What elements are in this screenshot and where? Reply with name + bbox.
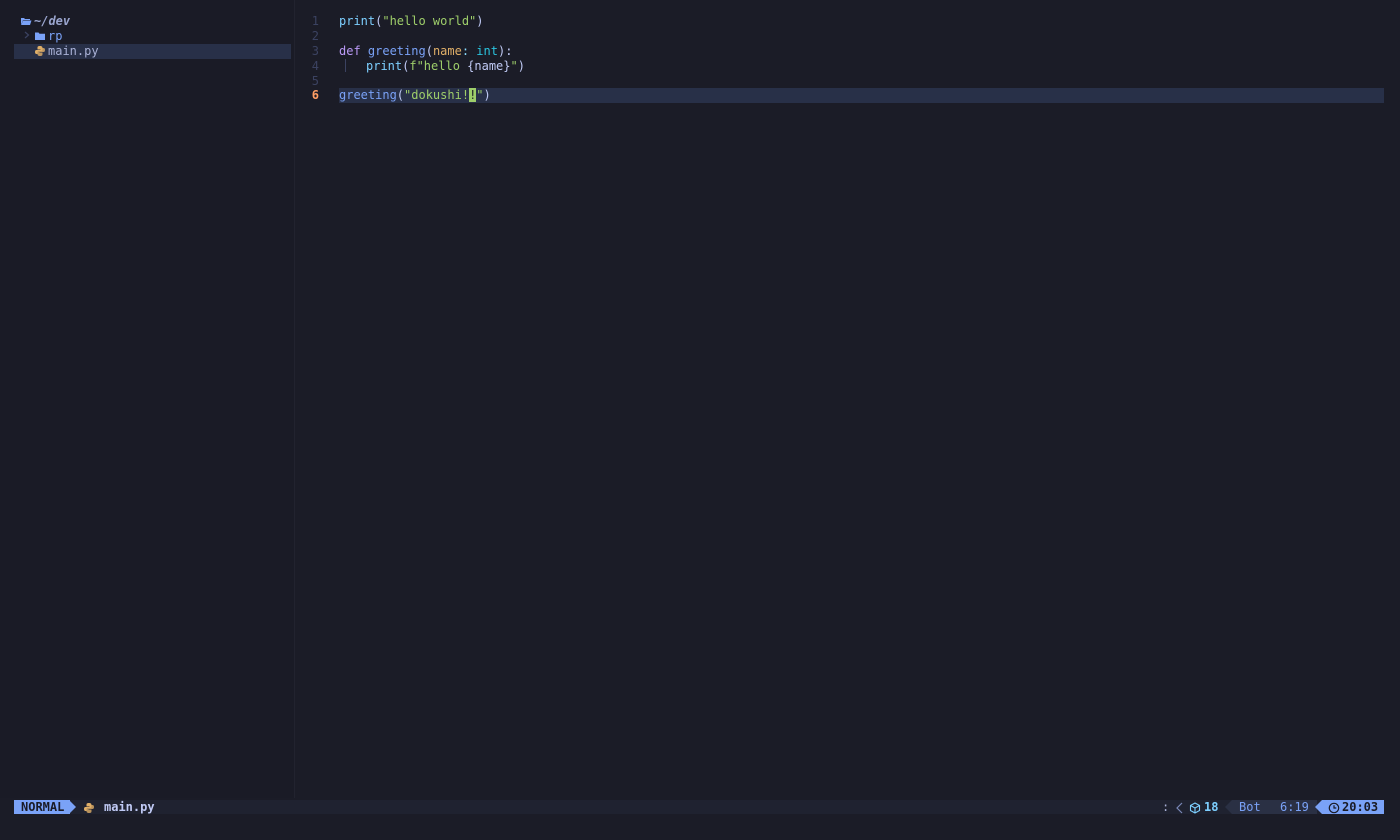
lsp-count: 18 — [1204, 800, 1219, 814]
statusline-separator: : — [1162, 800, 1170, 814]
code-token: {name} — [467, 59, 511, 73]
code-token: f"hello — [409, 59, 468, 73]
line-number: 5 — [311, 74, 319, 88]
code-token: ( — [425, 44, 433, 58]
code-line[interactable]: 4 print(f"hello {name}") — [295, 59, 1385, 74]
line-number: 4 — [311, 59, 319, 73]
tree-root-label: ~/dev — [34, 14, 71, 28]
scroll-position: Bot — [1239, 800, 1261, 814]
code-token: def — [339, 44, 368, 58]
code-line[interactable]: 5 — [295, 74, 1385, 89]
code-line[interactable]: 6 greeting("dokushi!!") — [295, 88, 1385, 103]
code-token: ): — [497, 44, 513, 58]
indent-guide — [345, 59, 346, 72]
file-tree: ~/dev rp main.py — [0, 0, 295, 798]
tree-root-item[interactable]: ~/dev — [14, 14, 291, 29]
code-line[interactable]: 3 def greeting(name: int): — [295, 44, 1385, 59]
code-token: : — [461, 44, 477, 58]
tree-item-main-py[interactable]: main.py — [14, 44, 291, 59]
code-token: print — [366, 59, 403, 73]
package-icon — [1189, 801, 1201, 819]
code-token: greeting — [339, 88, 397, 102]
tree-item-rp[interactable]: rp — [14, 29, 291, 44]
statusline-filename: main.py — [104, 800, 155, 814]
line-number: 2 — [311, 29, 319, 43]
line-number: 3 — [311, 44, 319, 58]
mode-indicator: NORMAL — [14, 800, 71, 814]
code-editor[interactable]: 1 print("hello world") 2 3 def greeting(name… — [295, 0, 1400, 798]
code-token: name — [432, 44, 462, 58]
cursor-position: 6:19 — [1280, 800, 1309, 814]
clock-icon — [1328, 801, 1340, 819]
code-line[interactable]: 1 print("hello world") — [295, 14, 1385, 29]
chevron-left-icon — [1175, 801, 1185, 819]
code-token: ) — [483, 88, 491, 102]
neovim-window: ~/dev rp main.py 1 print("hello world") … — [0, 0, 1400, 840]
mode-separator — [69, 800, 76, 814]
code-token: ) — [517, 59, 525, 73]
tree-item-label: main.py — [48, 44, 99, 58]
code-token: "dokushi! — [404, 88, 470, 102]
code-token: "hello world" — [382, 14, 477, 28]
tree-item-label: rp — [48, 29, 63, 43]
code-text: print(f"hello {name}") — [339, 59, 1384, 74]
clock-time: 20:03 — [1342, 800, 1379, 814]
scroll-separator — [1225, 800, 1232, 814]
code-token: " — [510, 59, 518, 73]
python-icon — [34, 45, 46, 61]
code-text: greeting("dokushi!!") — [339, 88, 1384, 103]
code-token: ( — [396, 88, 405, 102]
code-text: def greeting(name: int): — [339, 44, 1384, 59]
code-token: ) — [476, 14, 484, 28]
code-text: print("hello world") — [339, 14, 1384, 29]
code-line[interactable]: 2 — [295, 29, 1385, 44]
line-number: 6 — [311, 88, 319, 102]
code-token: print — [339, 14, 376, 28]
time-separator — [1315, 800, 1322, 814]
statusline: NORMAL main.py : 18 Bot 6:19 20:03 — [0, 798, 1400, 816]
line-number: 1 — [311, 14, 319, 28]
code-token: int — [476, 44, 498, 58]
code-token: " — [476, 88, 484, 102]
chevron-right-icon — [23, 29, 31, 45]
code-token: greeting — [367, 44, 426, 58]
python-icon — [83, 801, 95, 819]
